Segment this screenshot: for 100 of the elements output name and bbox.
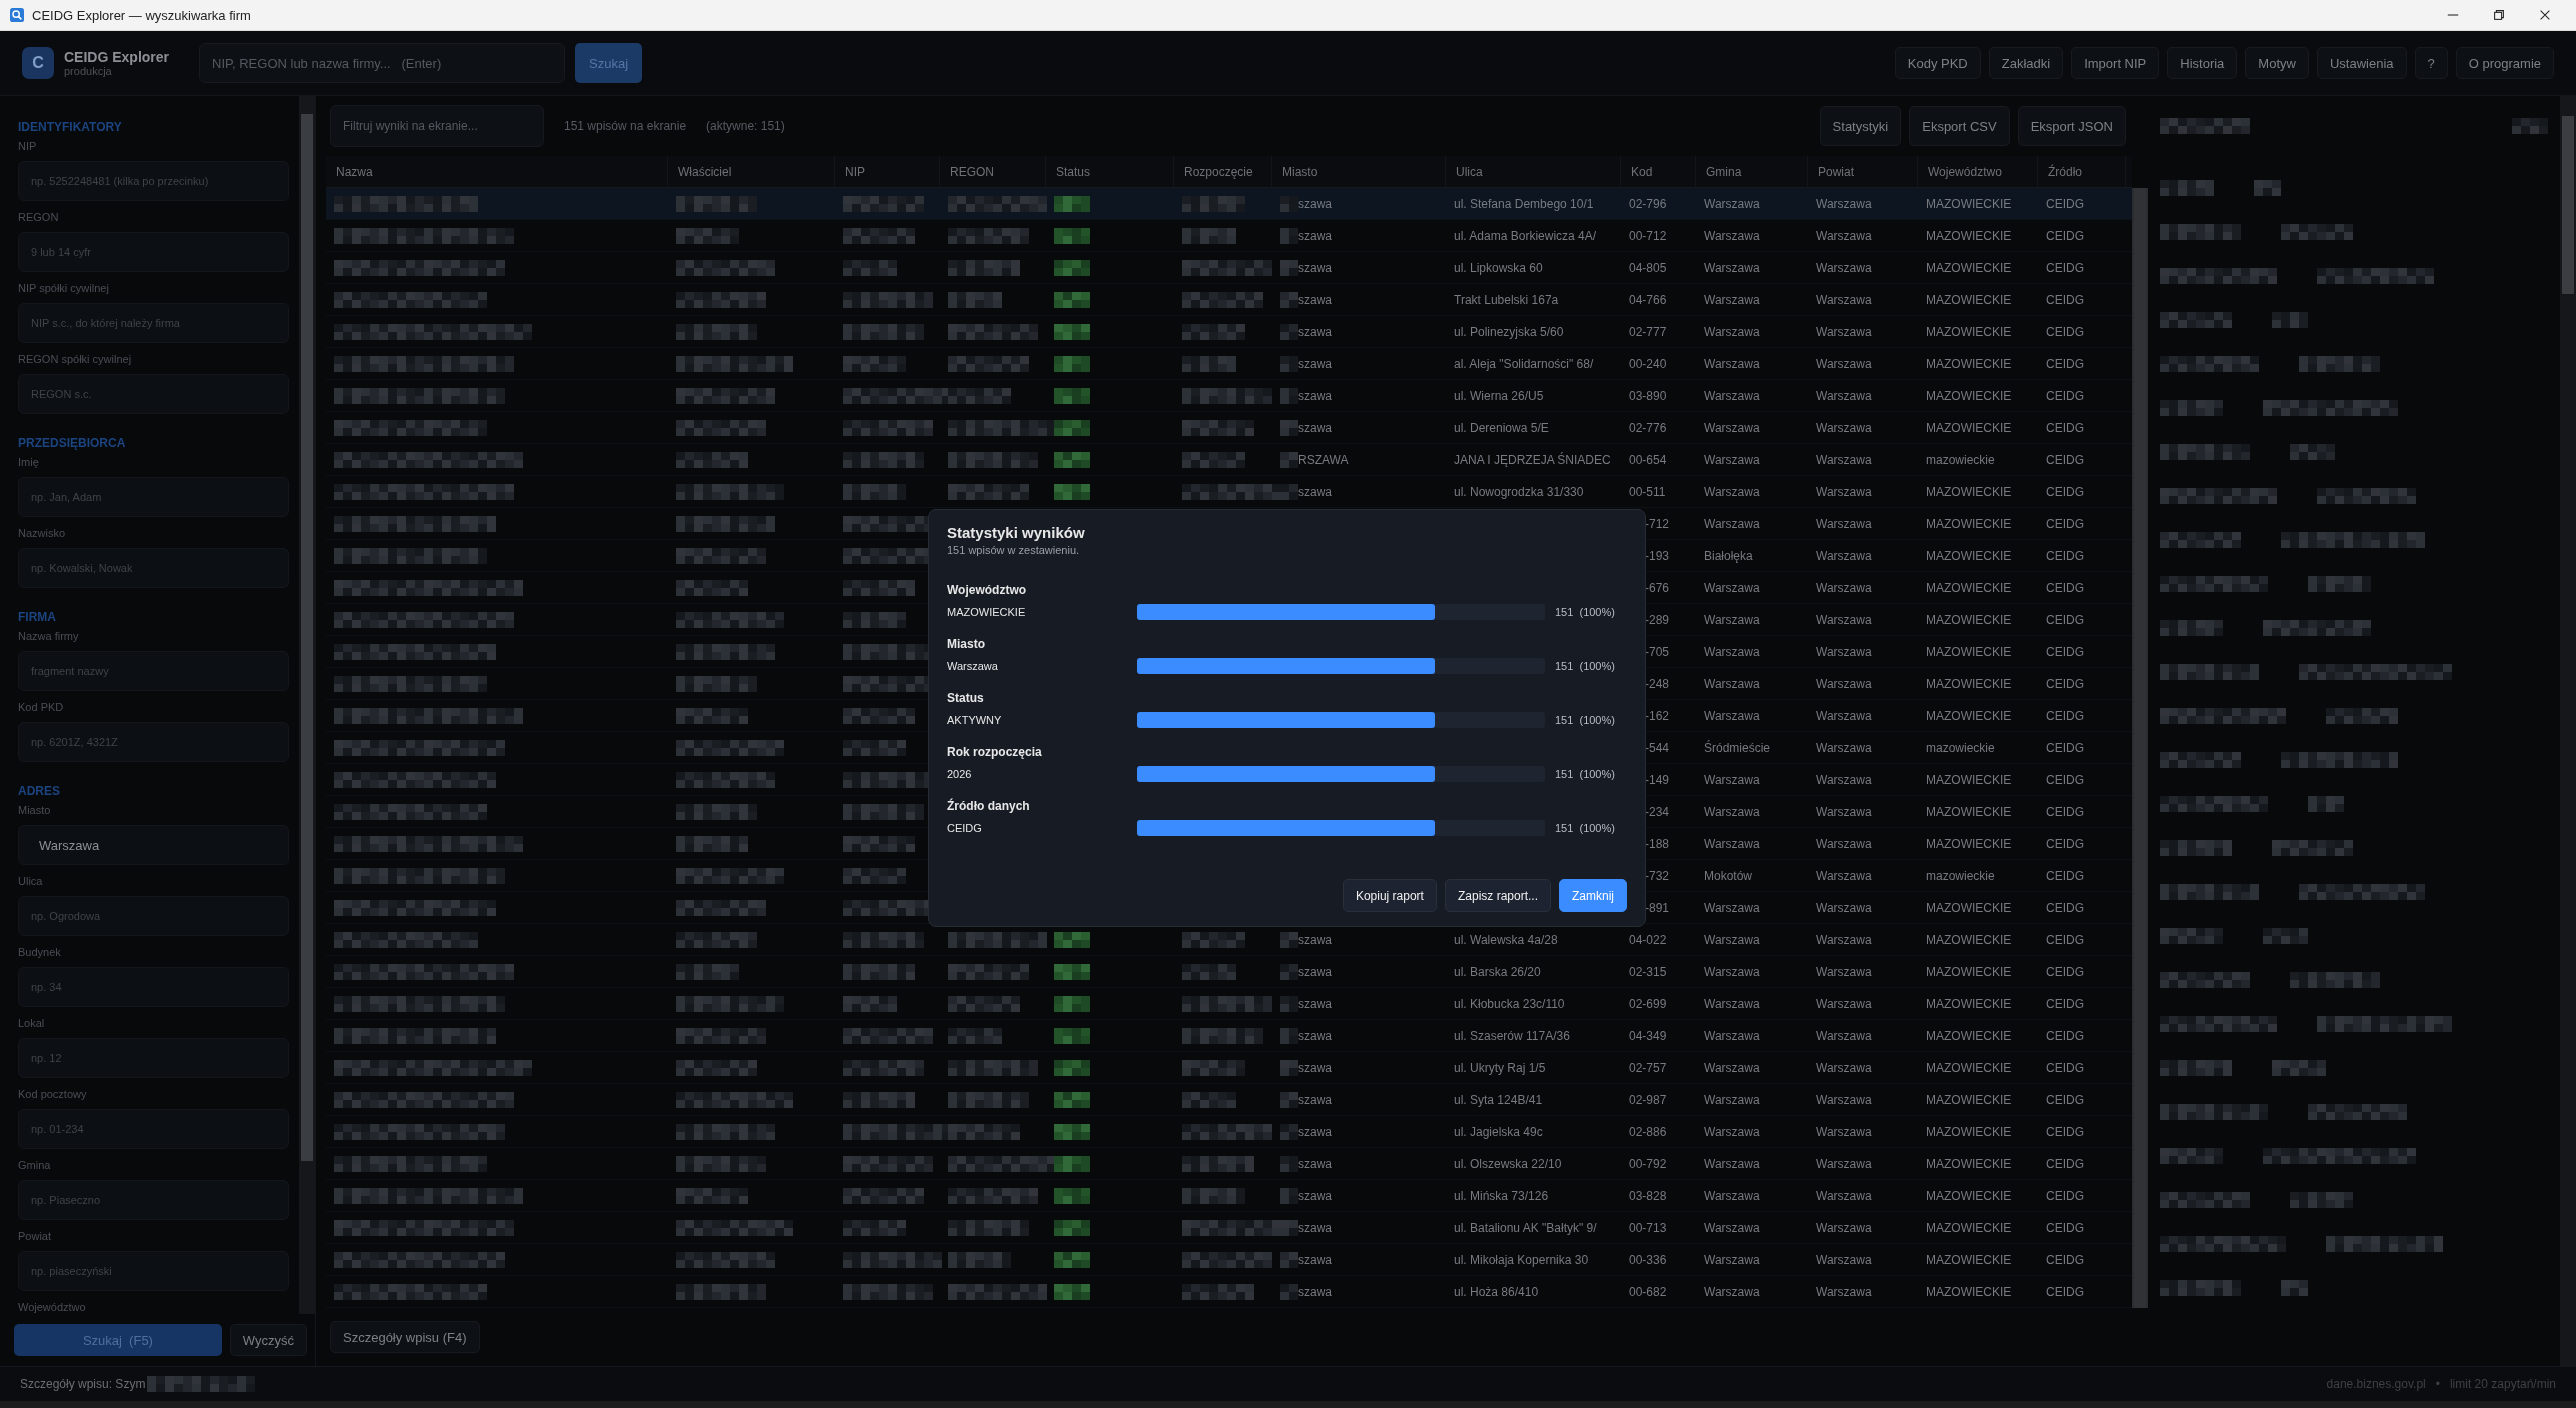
dialog-button[interactable]: Zapisz raport... [1444,879,1551,912]
table-row[interactable]: szawa ul. Dereniowa 5/E 02-776 Warszawa Warszawa MAZOWIECKIE CEIDG [326,412,2132,444]
table-cell: CEIDG [2046,452,2084,467]
table-cell: MAZOWIECKIE [1926,388,2012,403]
table-cell: Warszawa [1816,420,1872,435]
table-row[interactable]: szawa ul. Batalionu AK "Bałtyk" 9/ 00-713 Warszawa Warszawa MAZOWIECKIE CEIDG [326,1212,2132,1244]
table-row[interactable]: szawa ul. Adama Borkiewicza 4A/ 00-712 Warszawa Warszawa MAZOWIECKIE CEIDG [326,220,2132,252]
table-cell: CEIDG [2046,644,2084,659]
redacted-text [2160,1060,2232,1076]
toolbar-button[interactable]: Eksport JSON [2017,106,2126,146]
table-cell: Warszawa [1704,964,1760,979]
redacted-text [2308,796,2344,812]
table-row[interactable]: szawa ul. Olszewska 22/10 00-792 Warszawa Warszawa MAZOWIECKIE CEIDG [326,1148,2132,1180]
table-row[interactable]: szawa ul. Nowogrodzka 31/330 00-511 Warszawa Warszawa MAZOWIECKIE CEIDG [326,476,2132,508]
source-text: dane.biznes.gov.pl [2326,1377,2426,1391]
details-button[interactable]: Szczegóły wpisu (F4) [330,1321,480,1353]
scrollbar[interactable] [2560,96,2576,1366]
table-cell: RSZAWA [1298,452,1349,467]
table-row[interactable]: szawa ul. Wierna 26/U5 03-890 Warszawa Warszawa MAZOWIECKIE CEIDG [326,380,2132,412]
filter-field[interactable]: Filtruj wyniki na ekranie... [330,105,544,147]
redacted-text [1182,451,1245,468]
table-row[interactable]: szawa ul. Jagielska 49c 02-886 Warszawa Warszawa MAZOWIECKIE CEIDG [326,1116,2132,1148]
dialog-button[interactable]: Zamknij [1559,879,1627,912]
table-row[interactable]: RSZAWA JANA I JĘDRZEJA ŚNIADEC 00-654 Warszawa Warszawa mazowieckie CEIDG [326,444,2132,476]
table-cell: 02-315 [1629,964,1667,979]
environment-label: produkcja [64,65,113,77]
table-cell: mazowieckie [1926,868,1995,883]
table-cell: Warszawa [1816,260,1872,275]
nav-button[interactable]: Import NIP [2071,47,2160,79]
scrollbar[interactable] [299,96,315,1314]
table-cell: 02-796 [1629,196,1667,211]
table-row[interactable]: szawa ul. Polinezyjska 5/60 02-777 Warszawa Warszawa MAZOWIECKIE CEIDG [326,316,2132,348]
table-cell: Warszawa [1816,932,1872,947]
nav-button[interactable]: Historia [2167,47,2238,79]
table-cell: szawa [1298,1188,1332,1203]
table-row[interactable]: szawa ul. Hoża 86/410 00-682 Warszawa Warszawa MAZOWIECKIE CEIDG [326,1276,2132,1308]
toolbar-button[interactable]: Eksport CSV [1909,106,2010,146]
nav-button[interactable]: Kody PKD [1894,47,1981,79]
field-label: REGON spółki cywilnej [18,353,133,367]
table-cell: ul. Stefana Dembego 10/1 [1454,196,1594,211]
status-badge [1054,995,1090,1012]
table-cell: Warszawa [1704,772,1760,787]
table-cell: MAZOWIECKIE [1926,836,2012,851]
redacted-text [843,963,915,980]
table-cell: 04-349 [1629,1028,1667,1043]
table-row[interactable]: szawa ul. Ukryty Raj 1/5 02-757 Warszawa Warszawa MAZOWIECKIE CEIDG [326,1052,2132,1084]
section-heading: FIRMA [18,610,57,624]
table-row[interactable]: szawa ul. Barska 26/20 02-315 Warszawa Warszawa MAZOWIECKIE CEIDG [326,956,2132,988]
field-label: REGON [18,211,60,225]
nav-button[interactable]: Zakładki [1988,47,2064,79]
scrollbar-thumb[interactable] [301,114,313,1162]
dialog-subtitle: 151 wpisów w zestawieniu. [947,544,1081,556]
table-cell: -705 [1645,644,1670,659]
table-row[interactable]: szawa ul. Mikołaja Kopernika 30 00-336 Warszawa Warszawa MAZOWIECKIE CEIDG [326,1244,2132,1276]
table-cell: MAZOWIECKIE [1926,516,2012,531]
table-cell: MAZOWIECKIE [1926,1284,2012,1299]
redacted-text [843,259,897,276]
table-row[interactable]: szawa ul. Szaserów 117A/36 04-349 Warszawa Warszawa MAZOWIECKIE CEIDG [326,1020,2132,1052]
status-badge [1054,387,1090,404]
nav-button[interactable]: ? [2414,47,2448,79]
input-field[interactable]: Warszawa [18,825,289,865]
table-row[interactable]: szawa ul. Kłobucka 23c/110 02-699 Warszawa Warszawa MAZOWIECKIE CEIDG [326,988,2132,1020]
scrollbar-thumb[interactable] [2562,116,2574,294]
table-cell: -732 [1645,868,1670,883]
field-label: Kod pocztowy [18,1088,88,1102]
dialog-button[interactable]: Kopiuj raport [1342,879,1437,912]
table-cell: MAZOWIECKIE [1926,356,2012,371]
clear-button[interactable]: Wyczyść [229,1324,307,1356]
table-cell: MAZOWIECKIE [1926,292,2012,307]
nav-button[interactable]: Motyw [2245,47,2309,79]
redacted-text [843,611,906,628]
search-button[interactable]: Szukaj [575,43,643,83]
redacted-text [1280,931,1298,948]
nav-button[interactable]: Ustawienia [2316,47,2407,79]
table-cell: CEIDG [2046,708,2084,723]
search-field[interactable]: NIP, REGON lub nazwa firmy... (Enter) [199,43,565,83]
redacted-text [2254,180,2281,196]
redacted-text [1280,195,1298,212]
redacted-text [1182,931,1245,948]
status-badge [1054,291,1090,308]
table-cell: -712 [1645,516,1670,531]
table-cell: Warszawa [1816,580,1872,595]
table-row[interactable]: szawa ul. Mińska 73/126 03-828 Warszawa Warszawa MAZOWIECKIE CEIDG [326,1180,2132,1212]
group-value: AKTYWNY [947,714,1003,726]
table-row[interactable]: szawa ul. Syta 124B/41 02-987 Warszawa Warszawa MAZOWIECKIE CEIDG [326,1084,2132,1116]
app-icon [10,8,24,22]
table-cell: JANA I JĘDRZEJA ŚNIADEC [1454,452,1611,467]
nav-button[interactable]: O programie [2455,47,2554,79]
table-row[interactable]: szawa ul. Lipkowska 60 04-805 Warszawa Warszawa MAZOWIECKIE CEIDG [326,252,2132,284]
table-row[interactable]: szawa ul. Stefana Dembego 10/1 02-796 Warszawa Warszawa MAZOWIECKIE CEIDG [326,188,2132,220]
table-cell: CEIDG [2046,900,2084,915]
table-row[interactable]: szawa al. Aleja "Solidarności" 68/ 00-240 Warszawa Warszawa MAZOWIECKIE CEIDG [326,348,2132,380]
table-cell: CEIDG [2046,1188,2084,1203]
toolbar-button[interactable]: Statystyki [1819,106,1902,146]
table-cell: MAZOWIECKIE [1926,1188,2012,1203]
table-row[interactable]: szawa Trakt Lubelski 167a 04-766 Warszawa Warszawa MAZOWIECKIE CEIDG [326,284,2132,316]
table-cell: MAZOWIECKIE [1926,196,2012,211]
table-cell: Warszawa [1704,1252,1760,1267]
table-cell: -188 [1645,836,1670,851]
status-badge [1054,419,1090,436]
